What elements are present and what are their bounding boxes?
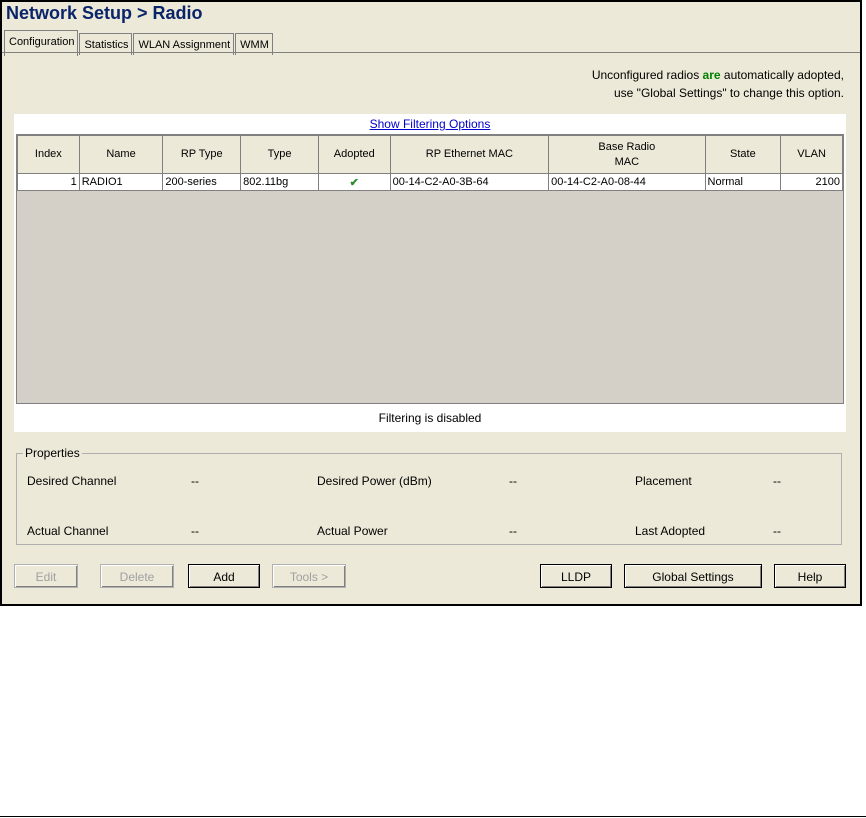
desired-power-value: -- — [509, 474, 517, 488]
actual-power-label: Actual Power — [317, 524, 388, 538]
delete-button[interactable]: Delete — [100, 564, 174, 588]
actual-channel-value: -- — [191, 524, 199, 538]
cell-index: 1 — [17, 173, 80, 191]
cell-state: Normal — [704, 173, 782, 191]
edit-button[interactable]: Edit — [14, 564, 78, 588]
desired-power-label: Desired Power (dBm) — [317, 474, 432, 488]
radio-table-container: Index Name RP Type Type Adopted RP Ether… — [16, 134, 844, 404]
column-header-index[interactable]: Index — [17, 135, 80, 174]
tab-bar: Configuration Statistics WLAN Assignment… — [4, 30, 274, 56]
actual-channel-label: Actual Channel — [27, 524, 109, 538]
cell-base-radio-mac: 00-14-C2-A0-08-44 — [548, 173, 706, 191]
notice-emphasis: are — [702, 68, 721, 82]
column-header-type[interactable]: Type — [240, 135, 319, 174]
cell-rp-type: 200-series — [162, 173, 242, 191]
properties-legend: Properties — [23, 446, 82, 460]
table-header-row: Index Name RP Type Type Adopted RP Ether… — [17, 135, 843, 174]
desired-channel-value: -- — [191, 474, 199, 488]
desired-channel-label: Desired Channel — [27, 474, 117, 488]
cell-rp-ethernet-mac: 00-14-C2-A0-3B-64 — [389, 173, 550, 191]
cell-type: 802.11bg — [240, 173, 319, 191]
column-header-base-radio-mac[interactable]: Base Radio MAC — [548, 135, 706, 174]
radio-table: Index Name RP Type Type Adopted RP Ether… — [17, 135, 843, 191]
filtering-status: Filtering is disabled — [378, 411, 482, 425]
last-adopted-label: Last Adopted — [635, 524, 706, 538]
column-header-rp-ethernet-mac[interactable]: RP Ethernet MAC — [389, 135, 550, 174]
tab-divider — [2, 52, 860, 53]
tools-button[interactable]: Tools > — [272, 564, 346, 588]
help-button[interactable]: Help — [774, 564, 846, 588]
global-settings-button[interactable]: Global Settings — [624, 564, 762, 588]
column-header-name[interactable]: Name — [78, 135, 164, 174]
notice-text-2: automatically adopted, — [720, 68, 844, 82]
cell-name: RADIO1 — [78, 173, 164, 191]
last-adopted-value: -- — [773, 524, 781, 538]
cell-vlan: 2100 — [780, 173, 843, 191]
add-button[interactable]: Add — [188, 564, 260, 588]
radio-config-window: Network Setup > Radio Configuration Stat… — [0, 0, 862, 606]
adopted-check-icon: ✔ — [317, 173, 391, 191]
column-header-vlan[interactable]: VLAN — [780, 135, 843, 174]
column-header-state[interactable]: State — [704, 135, 782, 174]
notice-text-3: use "Global Settings" to change this opt… — [614, 86, 844, 100]
properties-group: Properties Desired Channel -- Desired Po… — [16, 446, 842, 545]
lldp-button[interactable]: LLDP — [540, 564, 612, 588]
placement-label: Placement — [635, 474, 692, 488]
page-bottom-rule — [0, 816, 866, 817]
column-header-base-radio-line1: Base Radio — [598, 140, 656, 153]
placement-value: -- — [773, 474, 781, 488]
column-header-rp-type[interactable]: RP Type — [162, 135, 242, 174]
actual-power-value: -- — [509, 524, 517, 538]
notice-text-1: Unconfigured radios — [591, 68, 703, 82]
column-header-base-radio-line2: MAC — [614, 155, 640, 168]
page-title: Network Setup > Radio — [6, 3, 203, 23]
show-filtering-options-link[interactable]: Show Filtering Options — [14, 117, 846, 131]
adoption-notice: Unconfigured radios are automatically ad… — [592, 66, 844, 102]
column-header-adopted[interactable]: Adopted — [317, 135, 391, 174]
radio-list-panel: Show Filtering Options Index Name RP Typ… — [14, 114, 846, 432]
table-row[interactable]: 1 RADIO1 200-series 802.11bg ✔ 00-14-C2-… — [17, 173, 843, 191]
